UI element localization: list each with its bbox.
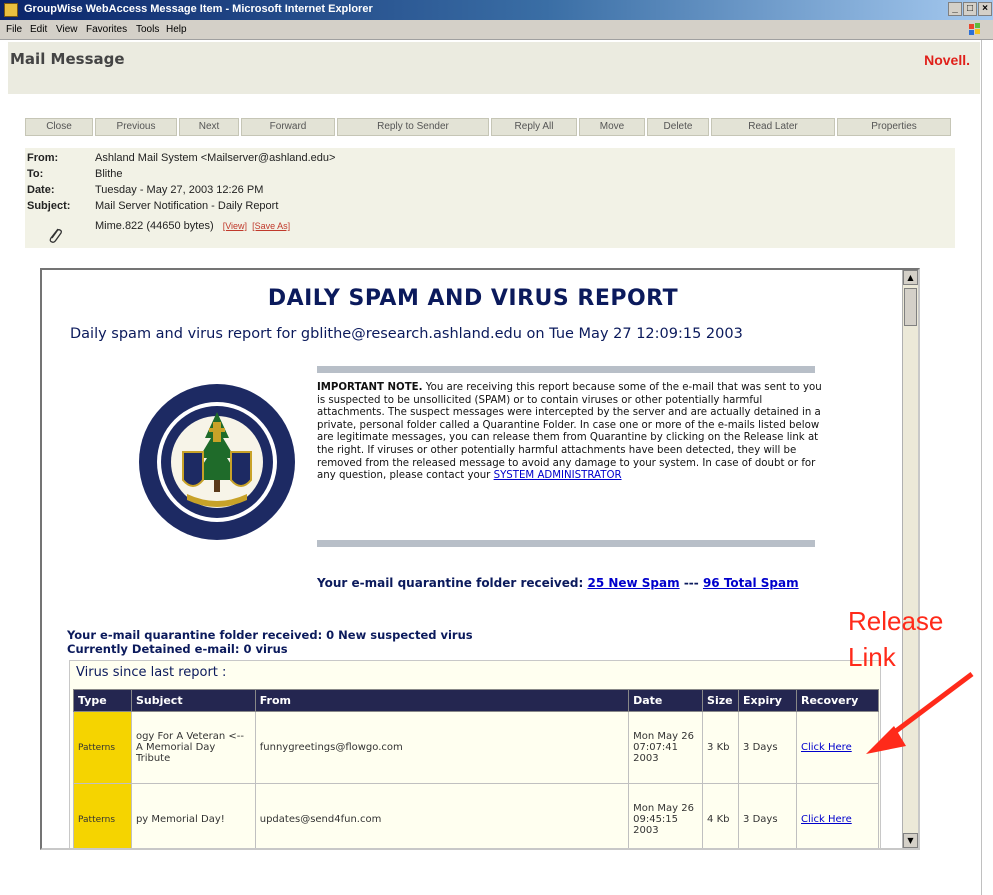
page-scrollbar[interactable] [981, 40, 993, 895]
virus-table: Type Subject From Date Size Expiry Recov… [73, 689, 879, 848]
view-attachment-link[interactable]: [View] [223, 221, 247, 231]
previous-button[interactable]: Previous [95, 118, 177, 136]
attachment-row: Mime.822 (44650 bytes) [View] [Save As] [95, 220, 290, 232]
row-size: 3 Kb [702, 711, 740, 784]
subject-value: Mail Server Notification - Daily Report [95, 200, 279, 212]
col-date: Date [628, 689, 704, 712]
forward-button[interactable]: Forward [241, 118, 335, 136]
table-row: Patterns py Memorial Day! updates@send4f… [73, 783, 879, 848]
release-link[interactable]: Click Here [801, 814, 852, 825]
scroll-down-button[interactable]: ▼ [903, 833, 918, 848]
ashland-university-seal-icon [139, 384, 295, 540]
virus-summary: Your e-mail quarantine folder received: … [67, 628, 767, 656]
menu-favorites[interactable]: Favorites [86, 24, 127, 35]
menu-tools[interactable]: Tools [136, 24, 159, 35]
report-frame: DAILY SPAM AND VIRUS REPORT Daily spam a… [40, 268, 920, 850]
reply-to-sender-button[interactable]: Reply to Sender [337, 118, 489, 136]
important-note: IMPORTANT NOTE. You are receiving this r… [317, 382, 822, 483]
next-button[interactable]: Next [179, 118, 239, 136]
move-button[interactable]: Move [579, 118, 645, 136]
release-link[interactable]: Click Here [801, 742, 852, 753]
read-later-button[interactable]: Read Later [711, 118, 835, 136]
row-from: updates@send4fun.com [254, 783, 630, 848]
report-subtitle: Daily spam and virus report for gblithe@… [70, 326, 743, 342]
table-header-row: Type Subject From Date Size Expiry Recov… [73, 689, 879, 712]
close-window-button[interactable]: × [978, 2, 992, 16]
report-scrollbar[interactable]: ▲ ▼ [902, 270, 918, 848]
menu-edit[interactable]: Edit [30, 24, 47, 35]
page-title: Mail Message [10, 50, 125, 68]
from-value: Ashland Mail System <Mailserver@ashland.… [95, 152, 336, 164]
date-label: Date: [27, 184, 55, 196]
red-arrow-icon [866, 672, 974, 754]
annotation-line-1: Release [848, 606, 944, 636]
menu-view[interactable]: View [56, 24, 78, 35]
row-subject: py Memorial Day! [130, 783, 256, 848]
row-subject: ogy For A Veteran <-- A Memorial Day Tri… [130, 711, 256, 784]
properties-button[interactable]: Properties [837, 118, 951, 136]
divider-top [317, 366, 815, 373]
ie-window: GroupWise WebAccess Message Item - Micro… [0, 0, 993, 895]
row-date: Mon May 26 09:45:15 2003 [628, 783, 704, 848]
row-recovery: Click Here [796, 783, 879, 848]
row-expiry: 3 Days [738, 783, 797, 848]
report-content: DAILY SPAM AND VIRUS REPORT Daily spam a… [42, 270, 904, 848]
title-bar: GroupWise WebAccess Message Item - Micro… [0, 0, 993, 20]
spam-separator: --- [683, 576, 699, 590]
row-type: Patterns [73, 783, 132, 848]
message-headers: From: Ashland Mail System <Mailserver@as… [25, 148, 955, 248]
scroll-up-button[interactable]: ▲ [903, 270, 918, 285]
col-type: Type [73, 689, 132, 712]
col-from: From [254, 689, 630, 712]
release-link-annotation: Release Link [848, 603, 983, 675]
virus-box-title: Virus since last report : [76, 665, 227, 680]
mail-message-header: Mail Message Novell. [8, 42, 980, 94]
to-label: To: [27, 168, 44, 180]
quarantine-spam-prefix: Your e-mail quarantine folder received: [317, 576, 584, 590]
table-row: Patterns ogy For A Veteran <-- A Memoria… [73, 711, 879, 784]
delete-button[interactable]: Delete [647, 118, 709, 136]
novell-logo: Novell. [924, 52, 970, 68]
divider-bottom [317, 540, 815, 547]
col-subject: Subject [130, 689, 256, 712]
from-label: From: [27, 152, 59, 164]
important-note-body: You are receiving this report because so… [317, 382, 822, 482]
important-note-heading: IMPORTANT NOTE. [317, 382, 423, 393]
col-expiry: Expiry [738, 689, 797, 712]
close-button[interactable]: Close [25, 118, 93, 136]
row-type: Patterns [73, 711, 132, 784]
system-administrator-link[interactable]: SYSTEM ADMINISTRATOR [494, 470, 622, 481]
total-spam-link[interactable]: 96 Total Spam [703, 576, 799, 590]
quarantine-spam-summary: Your e-mail quarantine folder received: … [317, 576, 857, 591]
scroll-thumb[interactable] [904, 288, 917, 326]
row-expiry: 3 Days [738, 711, 797, 784]
virus-new-line: Your e-mail quarantine folder received: … [67, 628, 473, 642]
paperclip-icon [49, 228, 62, 243]
maximize-button[interactable]: □ [963, 2, 977, 16]
date-value: Tuesday - May 27, 2003 12:26 PM [95, 184, 264, 196]
windows-logo-icon [969, 23, 980, 35]
window-title: GroupWise WebAccess Message Item - Micro… [24, 3, 373, 15]
menu-help[interactable]: Help [166, 24, 187, 35]
window-controls: _ □ × [948, 2, 993, 18]
virus-report-box: Virus since last report : Type Subject F… [69, 660, 881, 848]
new-spam-link[interactable]: 25 New Spam [587, 576, 679, 590]
row-date: Mon May 26 07:07:41 2003 [628, 711, 704, 784]
report-title: DAILY SPAM AND VIRUS REPORT [267, 286, 679, 311]
menu-file[interactable]: File [6, 24, 22, 35]
minimize-button[interactable]: _ [948, 2, 962, 16]
save-as-attachment-link[interactable]: [Save As] [252, 221, 290, 231]
virus-detained-line: Currently Detained e-mail: 0 virus [67, 642, 288, 656]
col-size: Size [702, 689, 740, 712]
row-from: funnygreetings@flowgo.com [254, 711, 630, 784]
row-size: 4 Kb [702, 783, 740, 848]
reply-all-button[interactable]: Reply All [491, 118, 577, 136]
groupwise-app-icon [4, 3, 18, 17]
menu-bar: File Edit View Favorites Tools Help [0, 20, 993, 40]
subject-label: Subject: [27, 200, 71, 212]
to-value: Blithe [95, 168, 123, 180]
attachment-name: Mime.822 (44650 bytes) [95, 220, 214, 232]
